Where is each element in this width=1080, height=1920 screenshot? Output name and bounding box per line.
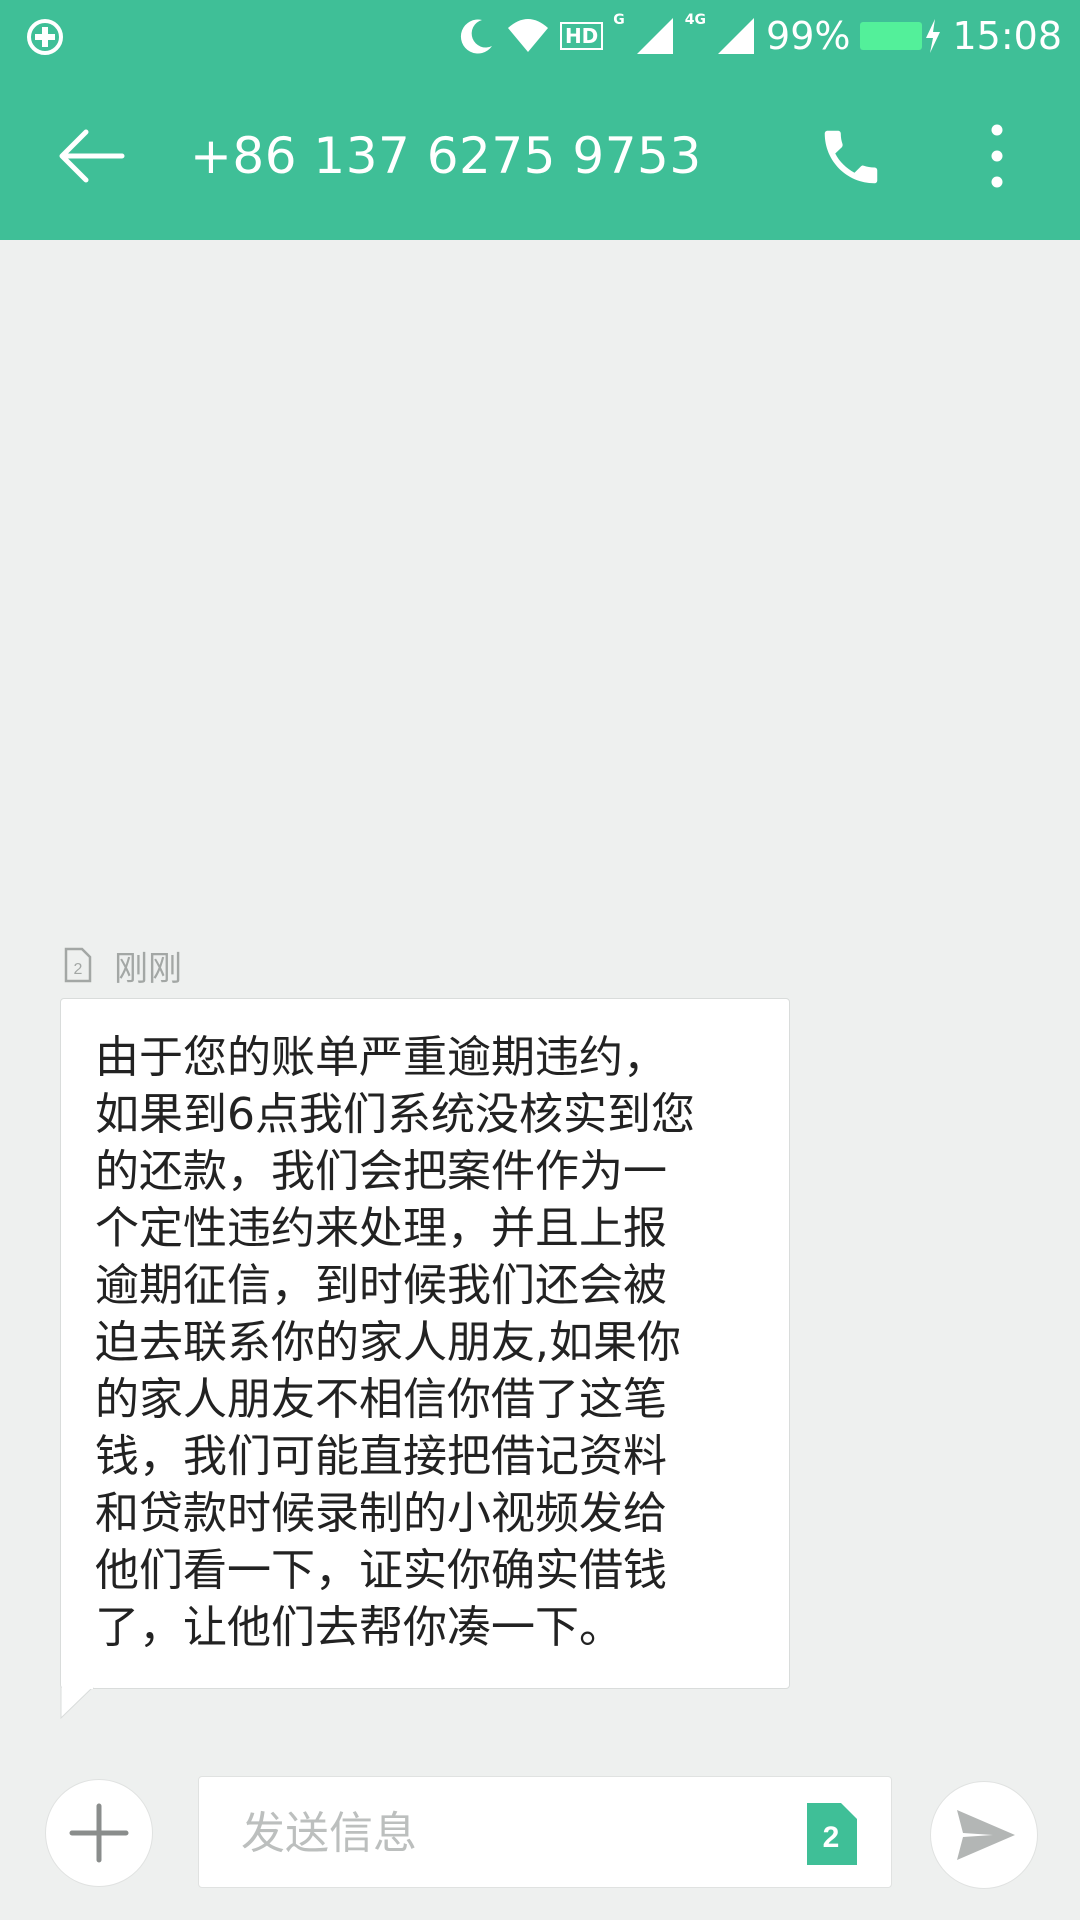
plus-icon [69,1803,129,1863]
sim-number: 2 [74,961,83,978]
battery-percent: 99% [766,14,851,58]
moon-icon [460,19,492,54]
charging-icon [926,19,941,53]
message-meta: 2 刚刚 [64,940,182,990]
attach-button[interactable] [45,1779,153,1887]
bubble-tail [60,1687,94,1719]
network-g-label: G [613,12,625,28]
back-arrow-icon[interactable] [56,124,128,188]
battery-icon [860,22,923,50]
message-input[interactable] [239,1777,763,1889]
signal-4g-icon [718,18,755,54]
network-4g-label: 4G [684,12,707,28]
message-timestamp: 刚刚 [114,948,182,989]
status-bar: HD G 4G 99% 15:08 [0,0,1080,72]
plus-circle-icon [27,19,63,55]
message-input-box[interactable]: 2 [198,1776,892,1889]
sim-card-icon: 2 [64,947,92,983]
app-bar: +86 137 6275 9753 [0,72,1080,240]
sim-select-number: 2 [823,1821,840,1854]
contact-title: +86 137 6275 9753 [190,127,702,185]
signal-icon [636,18,673,54]
wifi-icon [507,19,548,52]
phone-icon[interactable] [816,122,886,192]
status-time: 15:08 [952,14,1062,58]
hd-icon: HD [559,22,604,50]
sim-select-icon[interactable]: 2 [807,1803,857,1865]
message-text: 由于您的账单严重逾期违约， 如果到6点我们系统没核实到您 的还款，我们会把案件作… [95,1032,695,1653]
message-bubble[interactable]: 由于您的账单严重逾期违约， 如果到6点我们系统没核实到您 的还款，我们会把案件作… [60,998,790,1719]
status-icons: HD G 4G 99% 15:08 [446,0,1062,72]
send-button[interactable] [930,1781,1038,1889]
more-vert-icon[interactable] [970,120,1024,192]
send-icon [957,1810,1015,1860]
